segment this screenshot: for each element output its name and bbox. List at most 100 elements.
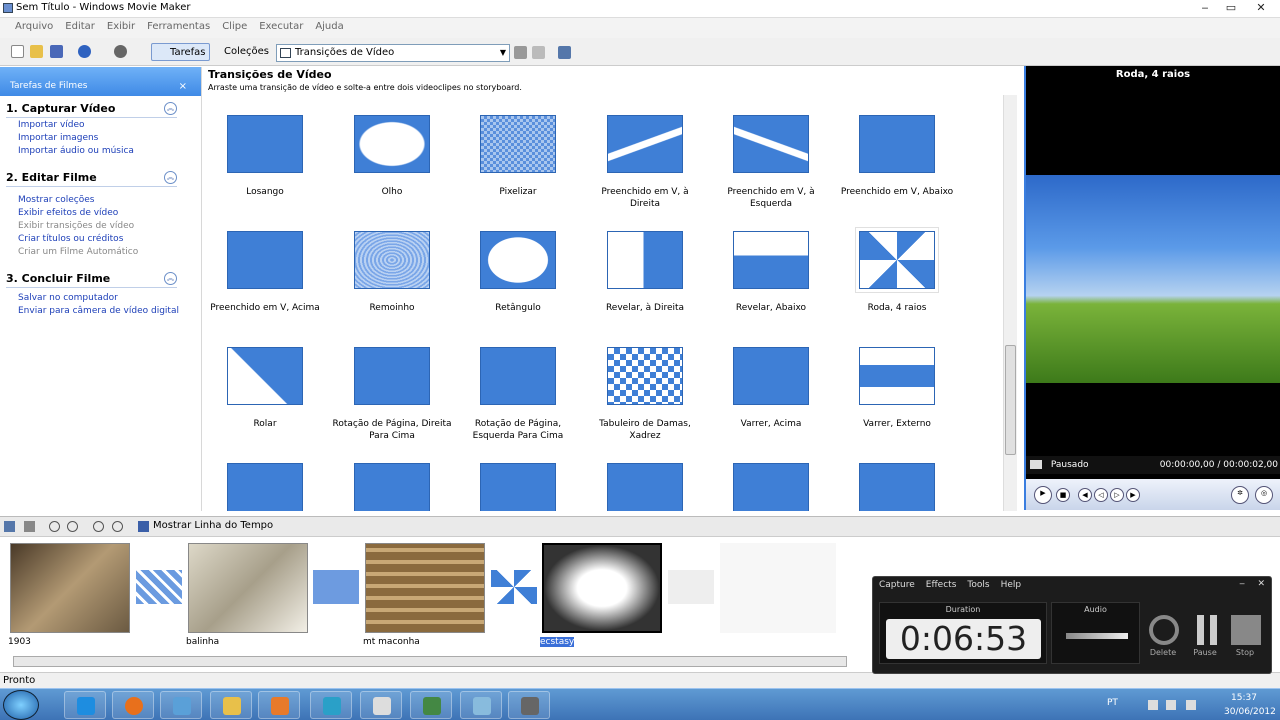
snapshot-icon[interactable]: ◎ (1255, 486, 1273, 504)
language-indicator[interactable]: PT (1107, 698, 1118, 708)
stop-icon[interactable]: ■ (1056, 488, 1070, 502)
narrate-icon[interactable] (24, 521, 35, 532)
recorder-menu-effects[interactable]: Effects (926, 580, 957, 590)
recorder-close[interactable]: ✕ (1257, 579, 1265, 589)
clip-thumbnail[interactable] (188, 543, 308, 633)
transition-tile[interactable]: Remoinho (332, 231, 452, 314)
tarefas-button[interactable]: Tarefas (151, 43, 211, 61)
transition-tile[interactable]: Revelar, Abaixo (711, 231, 831, 314)
link-import-audio[interactable]: Importar áudio ou música (0, 145, 201, 158)
undo-icon[interactable] (78, 45, 91, 58)
menu-executar[interactable]: Executar (253, 18, 309, 35)
link-import-video[interactable]: Importar vídeo (0, 119, 201, 132)
transition-tile[interactable]: Preenchido em V, Acima (205, 231, 325, 314)
transition-tile[interactable] (205, 463, 325, 511)
taskbar-app-3[interactable] (160, 691, 202, 719)
play-icon[interactable]: ▶ (1034, 486, 1052, 504)
collapse-icon[interactable]: ︽ (164, 272, 177, 286)
collapse-icon[interactable]: ︽ (164, 102, 177, 115)
taskbar-firefox[interactable] (112, 691, 154, 719)
rewind-icon[interactable]: ◀ (1078, 488, 1092, 502)
close-button[interactable]: ✕ (1244, 0, 1278, 16)
delete-icon[interactable] (1149, 615, 1179, 645)
collapse-icon[interactable]: ︽ (164, 171, 177, 185)
clip-thumbnail[interactable] (10, 543, 130, 633)
transition-tile[interactable]: Varrer, Externo (837, 347, 957, 430)
link-save-computer[interactable]: Salvar no computador (0, 292, 201, 305)
transition-tile[interactable]: Varrer, Acima (711, 347, 831, 430)
new-project-icon[interactable] (11, 45, 24, 58)
save-project-icon[interactable] (50, 45, 63, 58)
transition-tile[interactable]: Rotação de Página, Direita Para Cima (332, 347, 452, 442)
transition-tile[interactable] (332, 463, 452, 511)
transition-tile[interactable] (585, 463, 705, 511)
zoom-out-icon[interactable] (67, 521, 78, 532)
close-tasks-icon[interactable]: × (179, 81, 187, 92)
split-icon[interactable]: ✲ (1231, 486, 1249, 504)
collection-dropdown[interactable]: Transições de Vídeo ▼ (276, 44, 510, 62)
rewind-storyboard-icon[interactable] (93, 521, 104, 532)
taskbar-app-9[interactable] (460, 691, 502, 719)
maximize-button[interactable]: ▭ (1218, 0, 1244, 16)
gallery-scrollbar[interactable] (1003, 95, 1017, 511)
menu-ajuda[interactable]: Ajuda (309, 18, 349, 35)
previous-frame-icon[interactable]: ◁ (1094, 488, 1108, 502)
delete-button[interactable]: Delete (1143, 648, 1183, 657)
scrollbar-thumb[interactable] (1005, 345, 1016, 455)
transition-slot[interactable] (491, 570, 537, 604)
flag-icon[interactable] (1148, 700, 1158, 710)
taskbar-ie[interactable] (64, 691, 106, 719)
colecoes-button[interactable]: Coleções (208, 43, 273, 61)
taskbar-movie-maker[interactable] (508, 691, 550, 719)
transition-tile[interactable]: Rolar (205, 347, 325, 430)
stop-button[interactable]: Stop (1225, 648, 1265, 657)
transition-tile[interactable]: Revelar, à Direita (585, 231, 705, 314)
new-folder-icon[interactable] (532, 46, 545, 59)
network-icon[interactable] (1166, 700, 1176, 710)
clock-time[interactable]: 15:37 (1224, 693, 1264, 703)
recorder-menu-help[interactable]: Help (1001, 580, 1022, 590)
transition-slot[interactable] (313, 570, 359, 604)
transition-tile[interactable]: Preenchido em V, Abaixo (837, 115, 957, 198)
transition-tile[interactable] (837, 463, 957, 511)
taskbar-app-8[interactable] (410, 691, 452, 719)
recorder-minimize[interactable]: ‒ (1239, 579, 1245, 589)
menu-editar[interactable]: Editar (59, 18, 101, 35)
minimize-button[interactable]: ‒ (1192, 0, 1218, 16)
transition-slot[interactable] (668, 570, 714, 604)
taskbar-app-7[interactable] (360, 691, 402, 719)
clock-date[interactable]: 30/06/2012 (1224, 707, 1276, 717)
transition-tile[interactable] (711, 463, 831, 511)
link-titles-credits[interactable]: Criar títulos ou créditos (0, 233, 201, 246)
pause-button[interactable]: Pause (1185, 648, 1225, 657)
views-icon[interactable] (558, 46, 571, 59)
clip-thumbnail[interactable] (542, 543, 662, 633)
forward-icon[interactable]: ▶ (1126, 488, 1140, 502)
transition-tile[interactable] (458, 463, 578, 511)
up-folder-icon[interactable] (514, 46, 527, 59)
show-timeline-button[interactable]: Mostrar Linha do Tempo (153, 520, 273, 531)
taskbar-media[interactable] (258, 691, 300, 719)
volume-icon[interactable] (1186, 700, 1196, 710)
open-project-icon[interactable] (30, 45, 43, 58)
transition-tile[interactable]: Rotação de Página, Esquerda Para Cima (458, 347, 578, 442)
recorder-menu-capture[interactable]: Capture (879, 580, 915, 590)
recorder-menu-tools[interactable]: Tools (967, 580, 989, 590)
link-show-collections[interactable]: Mostrar coleções (0, 194, 201, 207)
transition-tile[interactable]: Roda, 4 raios (837, 227, 957, 314)
link-video-effects[interactable]: Exibir efeitos de vídeo (0, 207, 201, 220)
storyboard-scrollbar[interactable] (13, 656, 847, 667)
link-send-camera[interactable]: Enviar para câmera de vídeo digital (0, 305, 201, 318)
start-button[interactable] (3, 690, 39, 720)
clip-name-selected[interactable]: ecstasy (540, 637, 575, 647)
menu-ferramentas[interactable]: Ferramentas (141, 18, 216, 35)
transition-tile[interactable]: Preenchido em V, à Esquerda (711, 115, 831, 210)
transition-tile[interactable]: Olho (332, 115, 452, 198)
play-storyboard-icon[interactable] (112, 521, 123, 532)
pause-icon[interactable] (1193, 615, 1223, 645)
audio-level[interactable] (1066, 633, 1128, 639)
zoom-in-icon[interactable] (49, 521, 60, 532)
empty-clip-slot[interactable] (720, 543, 836, 633)
menu-arquivo[interactable]: Arquivo (9, 18, 59, 35)
clip-thumbnail[interactable] (365, 543, 485, 633)
